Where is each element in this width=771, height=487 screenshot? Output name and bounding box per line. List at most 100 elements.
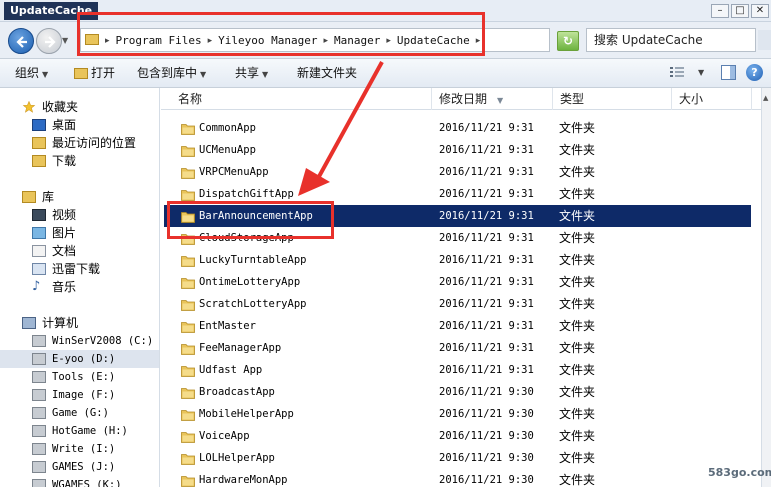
table-row[interactable]: BroadcastApp 2016/11/21 9:30 文件夹	[164, 381, 751, 403]
nav-drive[interactable]: Write (I:)	[0, 440, 159, 458]
nav-drive[interactable]: E-yoo (D:)	[0, 350, 159, 368]
recent-pages-dropdown[interactable]: ▼	[62, 36, 68, 45]
file-name: VoiceApp	[199, 430, 250, 442]
nav-documents[interactable]: 文档	[0, 242, 159, 260]
chevron-right-icon[interactable]: ▸	[103, 33, 112, 49]
chevron-right-icon[interactable]: ▸	[322, 33, 331, 49]
share-button[interactable]: 共享 ▼	[235, 65, 268, 83]
nav-music[interactable]: ♪ 音乐	[0, 278, 159, 296]
forward-button[interactable]	[36, 28, 62, 54]
breadcrumb-item[interactable]: Manager	[330, 33, 384, 49]
minimize-button[interactable]: –	[711, 4, 729, 18]
nav-drive[interactable]: WGAMES (K:)	[0, 476, 159, 487]
nav-drive[interactable]: Image (F:)	[0, 386, 159, 404]
breadcrumb-item[interactable]: Yileyoo Manager	[214, 33, 321, 49]
change-view-icon[interactable]	[670, 66, 684, 79]
table-row[interactable]: CloudStorageApp 2016/11/21 9:31 文件夹	[164, 227, 751, 249]
nav-drive[interactable]: Game (G:)	[0, 404, 159, 422]
table-row[interactable]: UCMenuApp 2016/11/21 9:31 文件夹	[164, 139, 751, 161]
file-type: 文件夹	[559, 473, 596, 487]
table-row[interactable]: VoiceApp 2016/11/21 9:30 文件夹	[164, 425, 751, 447]
column-header-name[interactable]: 名称	[171, 88, 432, 110]
nav-label: 最近访问的位置	[52, 136, 137, 150]
nav-drive[interactable]: WinSerV2008 (C:)	[0, 332, 159, 350]
drive-icon	[32, 389, 46, 401]
file-name: OntimeLotteryApp	[199, 276, 301, 288]
nav-label: HotGame (H:)	[52, 425, 128, 437]
maximize-button[interactable]: □	[731, 4, 749, 18]
nav-downloads[interactable]: 下载	[0, 152, 159, 170]
file-type: 文件夹	[559, 451, 596, 465]
nav-drive[interactable]: GAMES (J:)	[0, 458, 159, 476]
close-button[interactable]: ✕	[751, 4, 769, 18]
table-row[interactable]: EntMaster 2016/11/21 9:31 文件夹	[164, 315, 751, 337]
preview-pane-icon[interactable]	[721, 65, 736, 80]
nav-desktop[interactable]: 桌面	[0, 116, 159, 134]
open-label: 打开	[91, 66, 116, 80]
nav-computer[interactable]: 计算机	[0, 314, 159, 332]
drive-icon	[32, 443, 46, 455]
drive-icon	[32, 335, 46, 347]
file-name: HardwareMonApp	[199, 474, 288, 486]
refresh-button[interactable]: ↻	[557, 31, 579, 51]
nav-pictures[interactable]: 图片	[0, 224, 159, 242]
column-header-type[interactable]: 类型	[553, 88, 672, 110]
nav-drive[interactable]: Tools (E:)	[0, 368, 159, 386]
drive-icon	[32, 407, 46, 419]
folder-icon	[181, 366, 195, 377]
table-row[interactable]: ScratchLotteryApp 2016/11/21 9:31 文件夹	[164, 293, 751, 315]
table-row[interactable]: MobileHelperApp 2016/11/21 9:30 文件夹	[164, 403, 751, 425]
file-type: 文件夹	[559, 143, 596, 157]
vertical-scrollbar[interactable]: ▲	[761, 88, 771, 487]
window-title: UpdateCache	[4, 2, 99, 20]
chevron-down-icon[interactable]: ▼	[698, 68, 704, 77]
file-type: 文件夹	[559, 385, 596, 399]
table-row[interactable]: CommonApp 2016/11/21 9:31 文件夹	[164, 117, 751, 139]
table-row[interactable]: LuckyTurntableApp 2016/11/21 9:31 文件夹	[164, 249, 751, 271]
music-note-icon: ♪	[32, 279, 41, 294]
nav-libraries[interactable]: 库	[0, 188, 159, 206]
nav-videos[interactable]: 视频	[0, 206, 159, 224]
nav-favorites[interactable]: 收藏夹	[0, 98, 159, 116]
back-button[interactable]	[8, 28, 34, 54]
file-name: VRPCMenuApp	[199, 166, 269, 178]
folder-icon	[181, 454, 195, 465]
table-row[interactable]: HardwareMonApp 2016/11/21 9:30 文件夹	[164, 469, 751, 487]
breadcrumb-item[interactable]: Program Files	[112, 33, 206, 49]
nav-label: 迅雷下载	[52, 262, 101, 276]
file-list: 名称 修改日期 ▼ 类型 大小 CommonApp 2016/11/21 9:31 文…	[161, 88, 761, 487]
help-icon[interactable]: ?	[746, 64, 763, 81]
search-icon[interactable]	[758, 30, 771, 50]
folder-icon	[181, 322, 195, 333]
nav-thunder-downloads[interactable]: 迅雷下载	[0, 260, 159, 278]
file-modified-date: 2016/11/21 9:31	[439, 364, 534, 376]
nav-recent-places[interactable]: 最近访问的位置	[0, 134, 159, 152]
table-row[interactable]: Udfast App 2016/11/21 9:31 文件夹	[164, 359, 751, 381]
address-bar[interactable]: ▸ Program Files ▸ Yileyoo Manager ▸ Mana…	[80, 28, 626, 52]
column-header-modified[interactable]: 修改日期 ▼	[432, 88, 553, 110]
file-type: 文件夹	[559, 187, 596, 201]
include-in-library-button[interactable]: 包含到库中 ▼	[137, 65, 206, 83]
new-folder-button[interactable]: 新建文件夹	[297, 65, 357, 81]
table-row[interactable]: LOLHelperApp 2016/11/21 9:30 文件夹	[164, 447, 751, 469]
table-row[interactable]: FeeManagerApp 2016/11/21 9:31 文件夹	[164, 337, 751, 359]
nav-drive[interactable]: HotGame (H:)	[0, 422, 159, 440]
chevron-right-icon[interactable]: ▸	[384, 33, 393, 49]
breadcrumb: ▸ Program Files ▸ Yileyoo Manager ▸ Mana…	[103, 33, 482, 49]
column-header-size[interactable]: 大小	[672, 88, 752, 110]
file-modified-date: 2016/11/21 9:30	[439, 474, 534, 486]
file-modified-date: 2016/11/21 9:31	[439, 144, 534, 156]
breadcrumb-item[interactable]: UpdateCache	[393, 33, 474, 49]
folder-icon	[181, 234, 195, 245]
downloads-folder-icon	[32, 155, 46, 167]
table-row[interactable]: DispatchGiftApp 2016/11/21 9:31 文件夹	[164, 183, 751, 205]
open-button[interactable]: 打开	[74, 65, 115, 81]
organize-button[interactable]: 组织 ▼	[15, 65, 48, 83]
chevron-right-icon[interactable]: ▸	[206, 33, 215, 49]
table-row[interactable]: BarAnnouncementApp 2016/11/21 9:31 文件夹	[164, 205, 751, 227]
table-row[interactable]: VRPCMenuApp 2016/11/21 9:31 文件夹	[164, 161, 751, 183]
scroll-up-arrow-icon[interactable]: ▲	[763, 94, 768, 102]
search-input[interactable]: 搜索 UpdateCache	[586, 28, 756, 52]
table-row[interactable]: OntimeLotteryApp 2016/11/21 9:31 文件夹	[164, 271, 751, 293]
chevron-right-icon[interactable]: ▸	[474, 33, 483, 49]
